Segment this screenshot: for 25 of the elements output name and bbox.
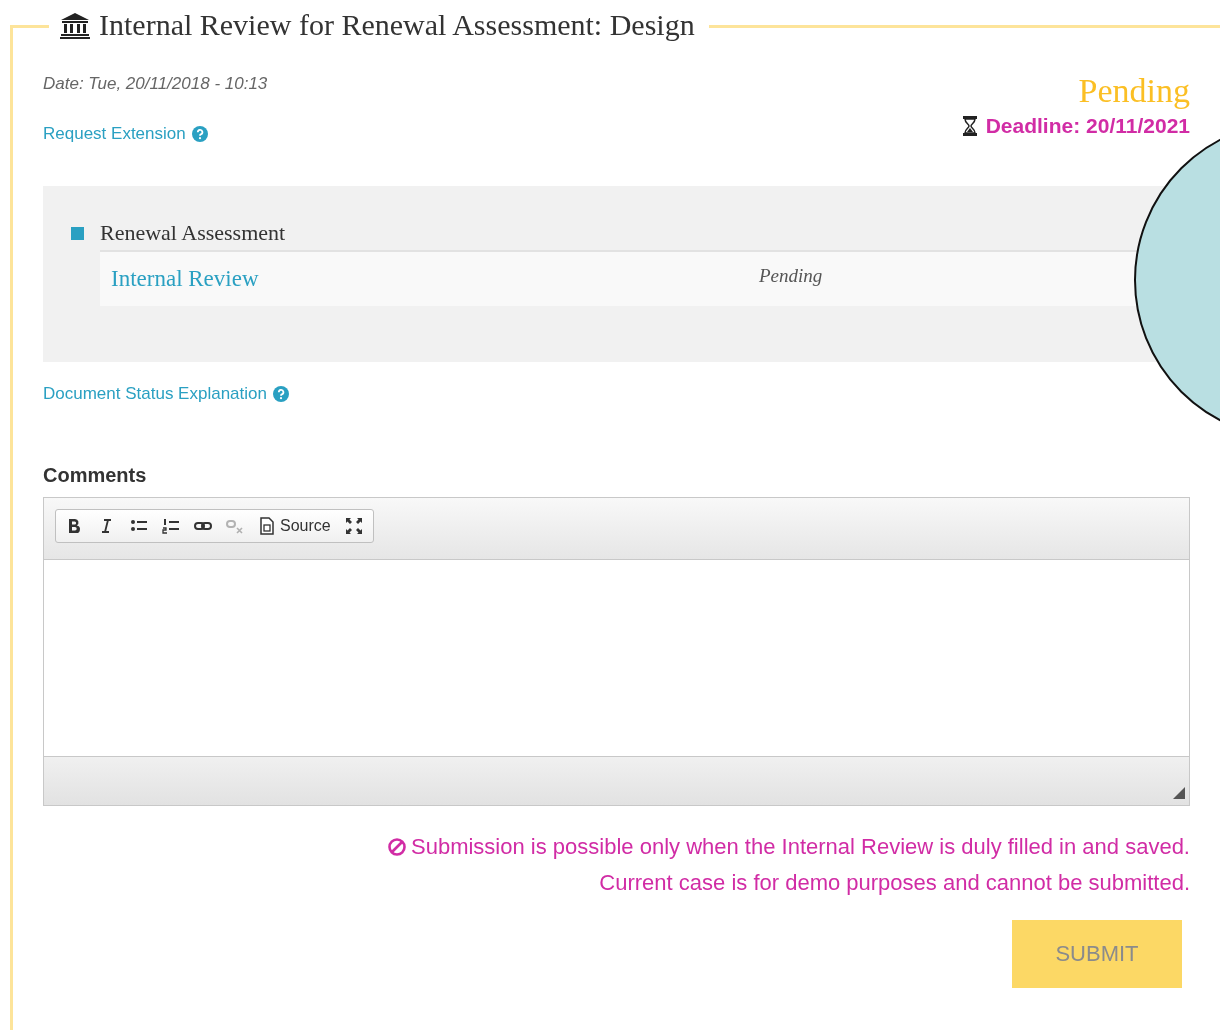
prohibited-icon: [387, 837, 407, 857]
status-text: Pending: [1078, 72, 1190, 110]
date-text: Date: Tue, 20/11/2018 - 10:13: [43, 74, 268, 94]
step-link[interactable]: Internal Review: [111, 266, 759, 292]
notice-text: Submission is possible only when the Internal Review is duly filled in and saved.: [411, 834, 1190, 860]
comments-label: Comments: [43, 464, 148, 487]
hourglass-icon: [961, 116, 978, 136]
bullet-icon: [71, 226, 84, 240]
workflow-heading: Renewal Assessment: [100, 220, 286, 246]
resize-handle-icon: [1173, 787, 1185, 799]
document-icon: [258, 517, 276, 535]
step-status: Pending: [759, 265, 823, 287]
deadline-text: Deadline: 20/11/2021: [985, 114, 1190, 138]
maximize-icon: [344, 517, 363, 535]
broken-link-icon: [226, 517, 244, 535]
request-extension-link[interactable]: Request Extension: [43, 124, 208, 144]
notice-text: Current case is for demo purposes and cannot be submitted.: [599, 870, 1190, 896]
source-button[interactable]: Source: [252, 515, 337, 537]
numbered-list-icon: [162, 517, 180, 535]
help-icon: [191, 126, 208, 142]
help-icon: [272, 386, 289, 402]
rich-text-editor[interactable]: Source: [43, 497, 1190, 806]
panel-title: Internal Review for Renewal Assessment: Design: [99, 8, 695, 42]
institution-icon: [59, 11, 91, 39]
status-explanation-link[interactable]: Document Status Explanation: [43, 384, 289, 404]
